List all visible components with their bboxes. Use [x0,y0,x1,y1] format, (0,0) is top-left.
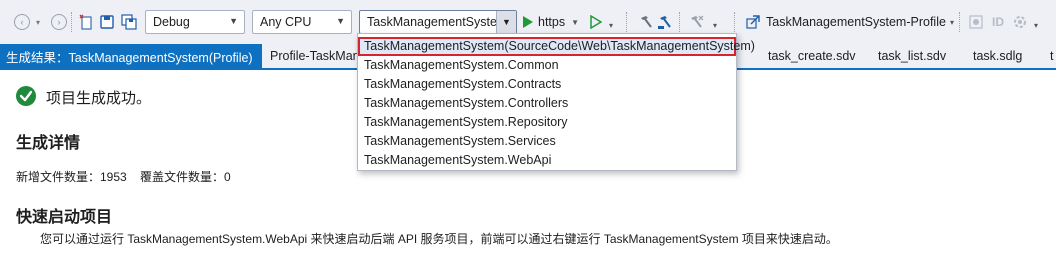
settings-icon[interactable] [1012,14,1028,30]
back-dropdown-icon[interactable]: ▾ [33,14,43,30]
dropdown-item-selected[interactable]: TaskManagementSystem(SourceCode\Web\Task… [358,37,755,56]
id-icon[interactable]: ID [990,14,1006,30]
clean-icon[interactable] [688,14,704,30]
chevron-down-icon[interactable]: ▾ [711,20,719,30]
profile-run-icon[interactable] [745,14,761,30]
tab-build-result[interactable]: 生成结果：TaskManagementSystem(Profile) ✕ [0,44,262,68]
back-icon[interactable]: ‹ [14,14,30,30]
tab-label: Profile-TaskMan [270,49,358,63]
save-all-icon[interactable] [121,14,137,30]
tab-profile[interactable]: Profile-TaskMan [264,44,358,68]
file-stats: 新增文件数量：1953 覆盖文件数量：0 [16,168,231,185]
startup-project-select[interactable]: TaskManagementSyste ▼ [359,10,517,34]
overwritten-files-count: 覆盖文件数量：0 [140,170,231,184]
forward-icon[interactable]: › [51,14,67,30]
run-without-debug-icon[interactable] [589,14,603,30]
profile-button[interactable]: TaskManagementSystem-Profile ▾ [766,13,954,31]
tab-label: t [1050,49,1054,63]
tab-task-sdlg[interactable]: task.sdlg [967,44,1037,68]
run-icon[interactable] [521,14,535,30]
details-heading: 生成详情 [16,135,81,152]
chevron-down-icon: ▾ [949,17,954,27]
success-message: 项目生成成功。 [46,90,152,107]
dropdown-item[interactable]: TaskManagementSystem.Controllers [358,94,736,113]
configuration-select[interactable]: Debug ▼ [145,10,245,34]
tab-label: task_list.sdv [878,49,947,63]
check-circle-icon [16,86,36,106]
tab-task-create[interactable]: task_create.sdv [762,44,862,68]
chevron-down-icon: ▼ [229,16,238,26]
run-target-label: https [538,15,566,29]
chevron-down-icon[interactable]: ▼ [496,11,516,33]
save-icon[interactable] [99,14,115,30]
run-target-button[interactable]: https ▼ [538,13,579,31]
attach-icon[interactable] [968,14,984,30]
configuration-value: Debug [153,15,190,29]
profile-label: TaskManagementSystem-Profile [766,15,946,29]
chevron-down-icon: ▼ [571,17,580,27]
platform-value: Any CPU [260,15,312,29]
tab-label: task_create.sdv [768,49,856,63]
dropdown-item[interactable]: TaskManagementSystem.Services [358,132,736,151]
build-solution-icon[interactable] [657,14,673,30]
hammer-icon[interactable] [638,14,654,30]
tab-overflow[interactable]: t [1044,44,1056,68]
tab-label: 生成结果：TaskManagementSystem(Profile) [6,50,253,65]
dropdown-item[interactable]: TaskManagementSystem.WebApi [358,151,736,170]
quickstart-heading: 快速启动项目 [16,209,113,226]
tab-label: task.sdlg [973,49,1023,63]
dropdown-item[interactable]: TaskManagementSystem.Contracts [358,75,736,94]
chevron-down-icon[interactable]: ▾ [607,20,615,30]
chevron-down-icon: ▼ [336,16,345,26]
chevron-down-icon[interactable]: ▾ [1032,20,1040,30]
quickstart-description: 您可以通过运行 TaskManagementSystem.WebApi 来快速启… [40,232,838,246]
new-files-count: 新增文件数量：1953 [16,170,127,184]
new-item-icon[interactable] [78,14,94,30]
dropdown-item[interactable]: TaskManagementSystem.Common [358,56,736,75]
tab-task-list[interactable]: task_list.sdv [872,44,962,68]
startup-project-dropdown: TaskManagementSystem(SourceCode\Web\Task… [357,33,755,171]
startup-project-value: TaskManagementSyste [367,15,497,29]
platform-select[interactable]: Any CPU ▼ [252,10,352,34]
dropdown-item[interactable]: TaskManagementSystem.Repository [358,113,736,132]
